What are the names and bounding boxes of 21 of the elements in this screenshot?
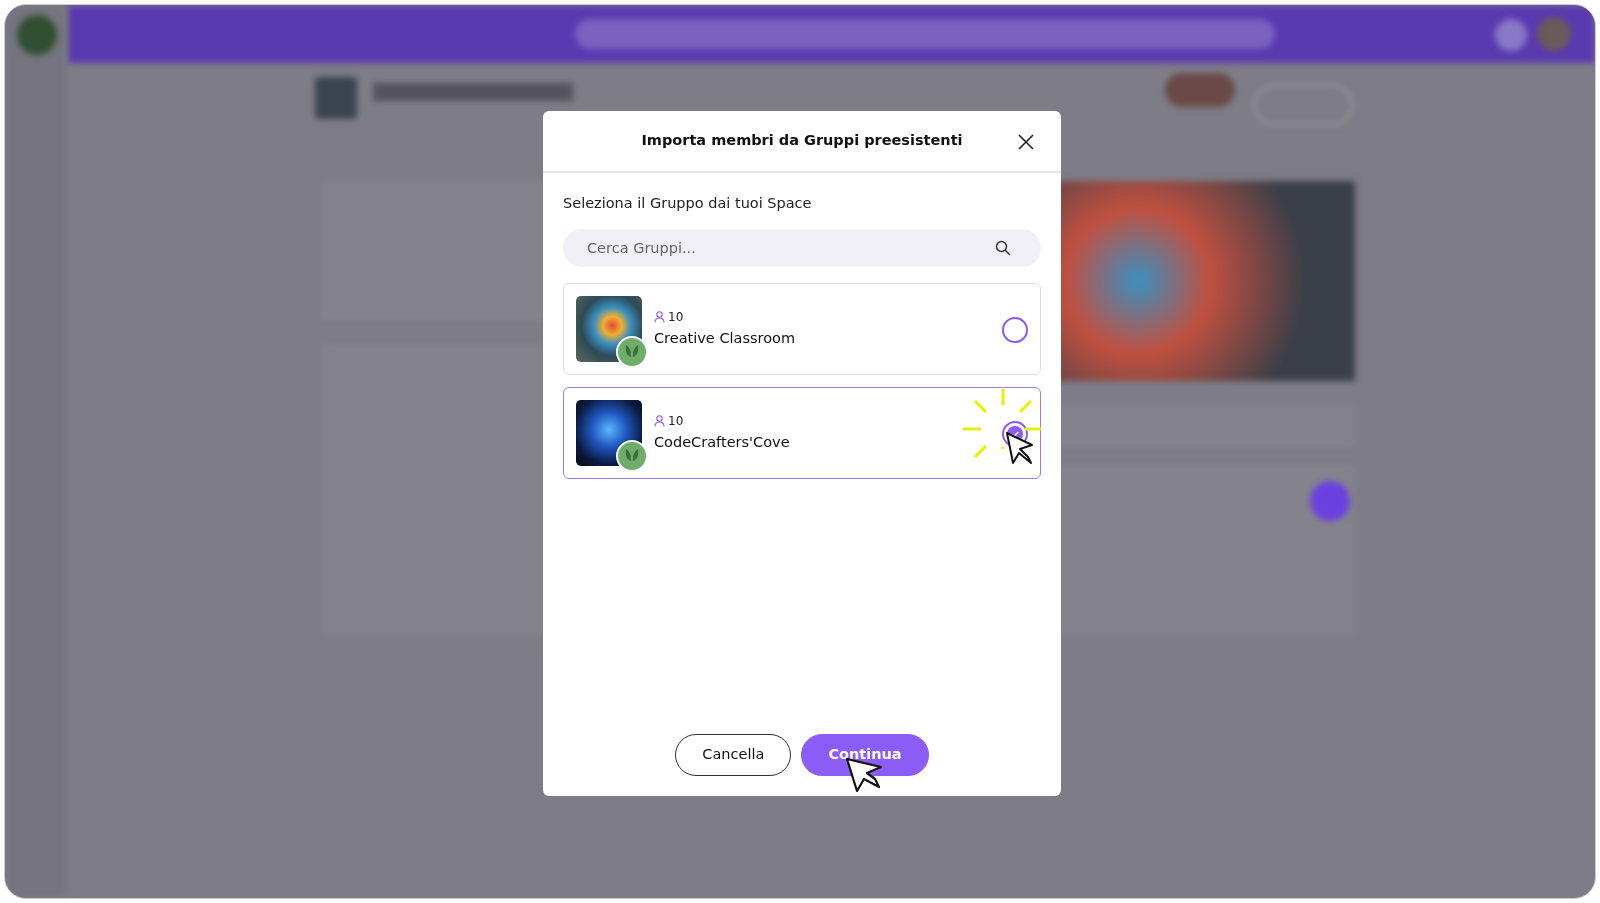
cancel-button[interactable]: Cancella (675, 734, 792, 776)
group-name: Creative Classroom (654, 328, 796, 348)
click-highlight-icon (961, 387, 1043, 459)
member-count: 10 (668, 308, 684, 326)
search-field[interactable]: Cerca Gruppi... (563, 228, 1041, 267)
leaf-badge-icon (616, 335, 648, 368)
cursor-icon (845, 757, 883, 793)
select-group-label: Seleziona il Gruppo dai tuoi Space (563, 194, 813, 213)
person-icon (654, 310, 665, 323)
group-option[interactable]: 10 Creative Classroom (563, 282, 1041, 375)
cursor-icon (1006, 432, 1033, 464)
leaf-badge-icon (616, 439, 648, 472)
dialog-title: Importa membri da Gruppi preesistenti (641, 131, 963, 151)
close-icon (1017, 133, 1035, 151)
radio-button[interactable] (1002, 316, 1028, 343)
group-option[interactable]: 10 CodeCrafters'Cove (563, 386, 1041, 479)
member-count: 10 (668, 412, 684, 430)
search-icon (995, 239, 1011, 256)
group-name: CodeCrafters'Cove (654, 432, 790, 452)
continue-button[interactable]: Continua (801, 734, 929, 776)
person-icon (654, 414, 665, 427)
